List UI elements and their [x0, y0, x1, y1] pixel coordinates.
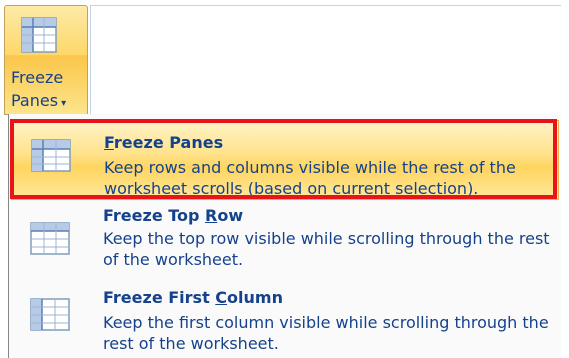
freeze-panes-icon: [19, 16, 59, 56]
freeze-panes-icon: [28, 137, 74, 175]
menu-item-title: Freeze First Column: [103, 288, 283, 307]
freeze-panes-ribbon-button[interactable]: Freeze Panes ▾: [4, 5, 88, 115]
ribbon-group-separator: [90, 5, 91, 115]
menu-item-freeze-first-column[interactable]: Freeze First Column Keep the first colum…: [9, 278, 561, 358]
menu-item-description: Keep the top row visible while scrolling…: [103, 229, 550, 269]
ribbon-group-border: [90, 5, 561, 6]
freeze-panes-button-label: Freeze: [11, 68, 64, 87]
freeze-top-row-icon: [27, 220, 73, 258]
menu-item-description: Keep the first column visible while scro…: [103, 313, 549, 353]
freeze-panes-button-label-line2: Panes ▾: [11, 91, 67, 110]
menu-item-title: Freeze Top Row: [103, 206, 244, 225]
menu-item-description: Keep rows and columns visible while the …: [104, 158, 516, 198]
freeze-panes-menu: Freeze Panes Keep rows and columns visib…: [8, 114, 561, 358]
menu-item-freeze-top-row[interactable]: Freeze Top Row Keep the top row visible …: [9, 198, 561, 274]
menu-item-freeze-panes[interactable]: Freeze Panes Keep rows and columns visib…: [11, 120, 559, 200]
freeze-first-column-icon: [27, 296, 73, 334]
chevron-down-icon: ▾: [61, 98, 67, 109]
menu-item-title: Freeze Panes: [104, 133, 224, 152]
